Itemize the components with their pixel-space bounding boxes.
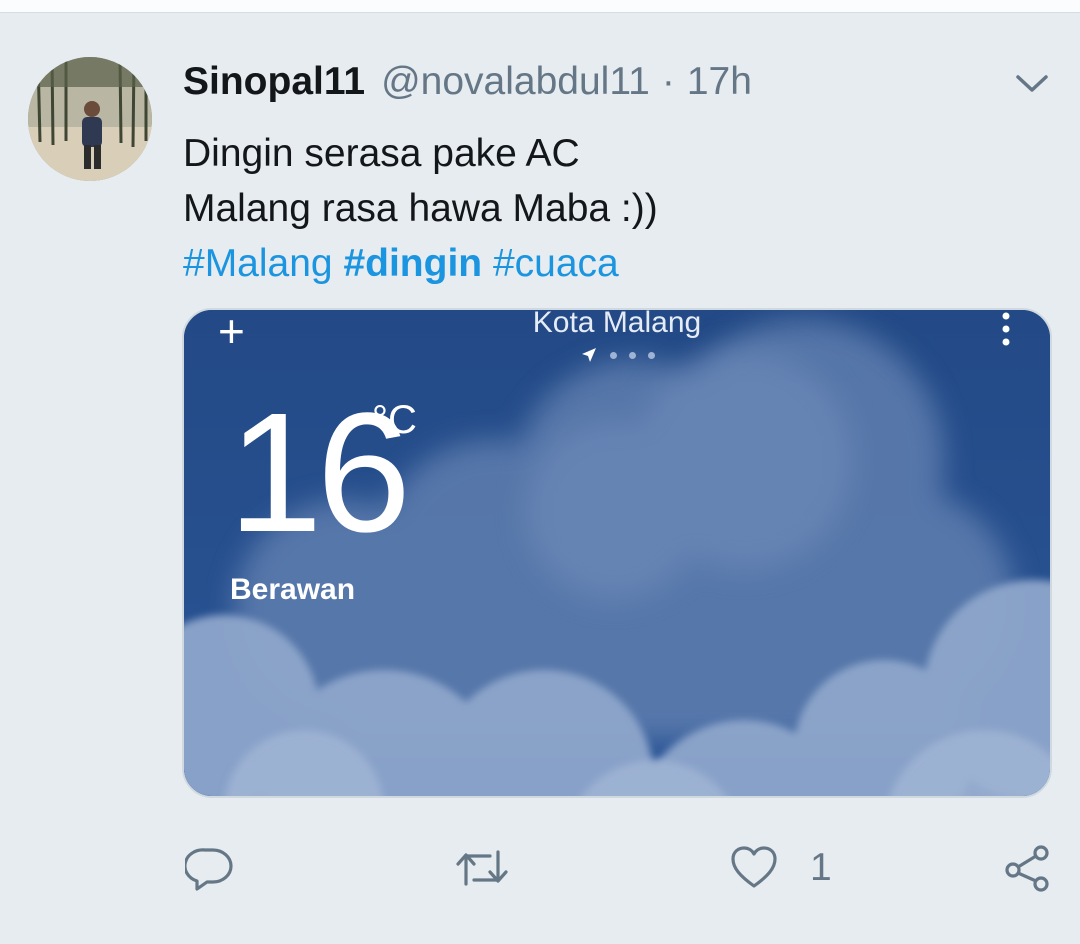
- tweet-text: Dingin serasa pake AC Malang rasa hawa M…: [183, 126, 658, 291]
- page-dot: [609, 351, 617, 359]
- chevron-down-icon[interactable]: [1014, 71, 1050, 95]
- like-button[interactable]: 1: [730, 838, 832, 898]
- user-handle[interactable]: @novalabdul11: [381, 57, 650, 107]
- share-button[interactable]: [1003, 838, 1051, 898]
- heart-icon: [731, 846, 777, 888]
- location-arrow-icon: [581, 348, 596, 362]
- reply-icon: [185, 848, 233, 891]
- reply-button[interactable]: [185, 838, 233, 898]
- like-count: 1: [810, 846, 832, 889]
- hashtag-cuaca[interactable]: #cuaca: [493, 242, 619, 285]
- more-vertical-icon[interactable]: [996, 310, 1016, 350]
- weather-condition: Berawan: [230, 573, 356, 606]
- page-dot: [647, 351, 655, 359]
- display-name[interactable]: Sinopal11: [183, 57, 365, 107]
- separator: ·: [661, 60, 675, 103]
- tweet-text-line: Malang rasa hawa Maba :)): [183, 187, 658, 230]
- avatar[interactable]: [28, 57, 152, 181]
- hashtag-line: #Malang #dingin #cuaca: [183, 236, 658, 291]
- weather-unit: °C: [372, 398, 417, 442]
- media-image[interactable]: + Kota Malang 16 °C Berawan: [182, 308, 1052, 798]
- retweet-button[interactable]: [454, 838, 510, 898]
- weather-city: Kota Malang: [532, 308, 702, 339]
- page-indicator: [184, 346, 1050, 364]
- hashtag-dingin[interactable]: #dingin: [343, 242, 482, 285]
- page-dot: [628, 351, 636, 359]
- tweet-actions: 1: [0, 838, 1080, 898]
- timestamp[interactable]: 17h: [687, 57, 752, 107]
- top-divider: [0, 0, 1080, 13]
- tweet[interactable]: Sinopal11 @novalabdul11 · 17h Dingin ser…: [0, 13, 1080, 944]
- share-icon: [1005, 845, 1049, 892]
- tweet-header: Sinopal11 @novalabdul11 · 17h: [183, 57, 752, 107]
- retweet-icon: [456, 850, 508, 886]
- avatar-photo: [28, 57, 152, 181]
- tweet-text-line: Dingin serasa pake AC: [183, 132, 580, 175]
- hashtag-malang[interactable]: #Malang: [183, 242, 333, 285]
